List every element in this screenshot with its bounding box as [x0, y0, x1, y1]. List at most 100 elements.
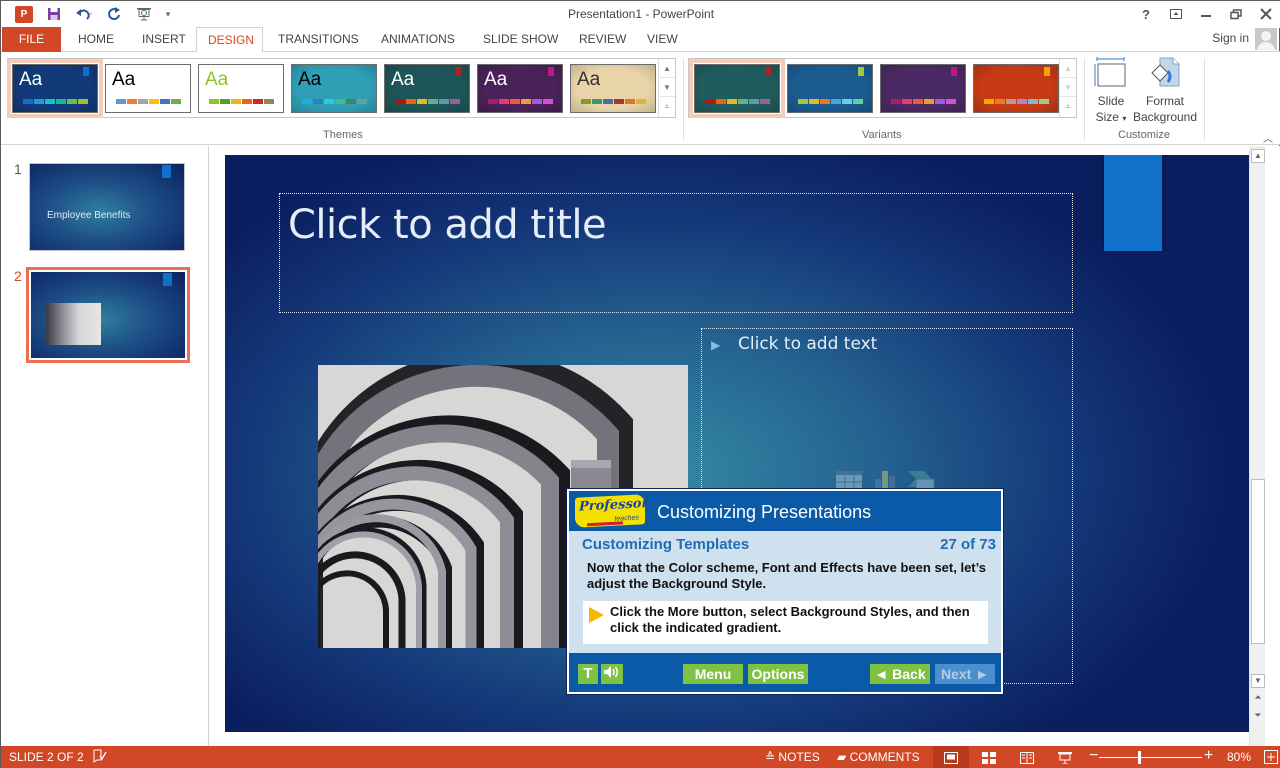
variant-thumbnail-1[interactable] [689, 59, 785, 118]
slides-pane: 1 Employee Benefits 2 [1, 146, 209, 746]
back-button[interactable]: ◄ Back [870, 664, 930, 684]
gallery-scroll-down-button[interactable]: ▼ [659, 78, 675, 97]
color-swatch [798, 99, 808, 104]
theme-thumbnail-7[interactable]: Aa [570, 64, 656, 113]
tutorial-panel: Professor teaches Customizing Presentati… [567, 489, 1003, 694]
color-swatch [78, 99, 88, 104]
audio-toggle-button[interactable] [601, 664, 623, 684]
reading-view-button[interactable] [1009, 746, 1045, 768]
restore-icon[interactable] [1221, 1, 1251, 27]
tab-home[interactable]: HOME [66, 27, 126, 52]
variants-scroll-down-button[interactable]: ▼ [1060, 78, 1076, 97]
color-swatch [264, 99, 274, 104]
group-separator [683, 58, 684, 140]
slide-size-button[interactable]: Slide Size ▾ [1091, 56, 1131, 127]
color-swatch [220, 99, 230, 104]
theme-thumbnail-4[interactable]: Aa [291, 64, 377, 113]
tab-review[interactable]: REVIEW [567, 27, 638, 52]
tab-animations[interactable]: ANIMATIONS [369, 27, 467, 52]
color-swatches [23, 99, 89, 104]
color-swatch [891, 99, 901, 104]
title-placeholder[interactable]: Click to add title [279, 193, 1073, 313]
color-swatch [1028, 99, 1038, 104]
minimize-icon[interactable] [1191, 1, 1221, 27]
normal-view-button[interactable] [933, 746, 969, 768]
menu-button[interactable]: Menu [683, 664, 743, 684]
options-button[interactable]: Options [748, 664, 808, 684]
format-background-button[interactable]: Format Background [1131, 56, 1199, 125]
variant-thumbnail-2[interactable] [787, 64, 873, 113]
user-avatar[interactable] [1255, 28, 1277, 50]
variants-more-button[interactable]: ⩡ [1060, 97, 1076, 116]
theme-thumbnail-5[interactable]: Aa [384, 64, 470, 113]
color-swatch [510, 99, 520, 104]
variant-thumbnail-3[interactable] [880, 64, 966, 113]
scrollbar-thumb[interactable] [1251, 479, 1265, 644]
comments-button[interactable]: ▰ COMMENTS [837, 750, 920, 764]
color-swatch [302, 99, 312, 104]
theme-font-preview: Aa [298, 69, 322, 90]
tutorial-lesson-name: Customizing Templates [582, 536, 750, 553]
help-icon[interactable]: ? [1131, 1, 1161, 27]
slide-accent [162, 165, 171, 178]
ribbon-display-options-icon[interactable] [1161, 1, 1191, 27]
title-bar: P ▾ Presentation1 - PowerPoint ? [1, 1, 1280, 28]
window-controls: ? [1131, 1, 1280, 27]
color-swatch [499, 99, 509, 104]
color-swatch [902, 99, 912, 104]
theme-accent-tab [951, 67, 957, 76]
slide-show-view-button[interactable] [1047, 746, 1083, 768]
collapse-ribbon-icon[interactable]: ︿ [1263, 130, 1273, 145]
tab-insert[interactable]: INSERT [130, 27, 198, 52]
color-swatch [395, 99, 405, 104]
gallery-scroll-up-button[interactable]: ▲ [659, 59, 675, 78]
tab-file[interactable]: FILE [2, 27, 61, 52]
color-swatch [171, 99, 181, 104]
variant-thumbnail-4[interactable] [973, 64, 1059, 113]
spelling-check-icon[interactable] [93, 749, 107, 766]
fit-slide-icon[interactable] [1264, 750, 1278, 767]
tab-transitions[interactable]: TRANSITIONS [266, 27, 371, 52]
tab-view[interactable]: VIEW [635, 27, 690, 52]
vertical-scrollbar[interactable]: ▲ ▼ ⏶ ⏷ [1249, 146, 1265, 746]
color-swatch [127, 99, 137, 104]
speaker-icon [604, 666, 618, 678]
slide-thumbnail-2[interactable] [26, 267, 190, 363]
theme-thumbnail-2[interactable]: Aa [105, 64, 191, 113]
next-button[interactable]: Next ► [935, 664, 995, 684]
notes-button[interactable]: ≙ NOTES [765, 750, 820, 764]
zoom-slider-track[interactable] [1099, 757, 1202, 758]
format-background-label-1: Format [1145, 94, 1184, 108]
scroll-down-button[interactable]: ▼ [1251, 674, 1265, 688]
slide-sorter-view-button[interactable] [971, 746, 1007, 768]
tab-design[interactable]: DESIGN [196, 27, 263, 53]
theme-thumbnail-3[interactable]: Aa [198, 64, 284, 113]
sign-in-link[interactable]: Sign in [1212, 31, 1249, 45]
previous-slide-button[interactable]: ⏶ [1251, 692, 1265, 706]
color-swatches [705, 99, 771, 104]
variants-scroll-up-button[interactable]: ▲ [1060, 59, 1076, 78]
zoom-in-button[interactable]: + [1204, 747, 1213, 765]
color-swatch [984, 99, 994, 104]
status-bar: SLIDE 2 OF 2 ≙ NOTES ▰ COMMENTS − + 80% [1, 746, 1280, 768]
color-swatches [891, 99, 957, 104]
scroll-up-button[interactable]: ▲ [1251, 149, 1265, 163]
close-icon[interactable] [1251, 1, 1280, 27]
slide-number: 2 [14, 268, 22, 284]
theme-thumbnail-1[interactable]: Aa [7, 59, 103, 118]
color-swatch [727, 99, 737, 104]
customize-group-label: Customize [1118, 129, 1170, 141]
text-toggle-button[interactable]: T [578, 664, 598, 684]
theme-thumbnail-6[interactable]: Aa [477, 64, 563, 113]
gallery-more-button[interactable]: ⩡ [659, 97, 675, 116]
slide-thumbnail-1[interactable]: Employee Benefits [29, 163, 185, 251]
tab-slide-show[interactable]: SLIDE SHOW [471, 27, 570, 52]
next-slide-button[interactable]: ⏷ [1251, 710, 1265, 724]
color-swatch [116, 99, 126, 104]
color-swatch [324, 99, 334, 104]
color-swatch [636, 99, 646, 104]
zoom-level[interactable]: 80% [1227, 750, 1251, 764]
zoom-out-button[interactable]: − [1089, 747, 1098, 765]
zoom-slider-thumb[interactable] [1138, 751, 1141, 764]
color-swatch [995, 99, 1005, 104]
